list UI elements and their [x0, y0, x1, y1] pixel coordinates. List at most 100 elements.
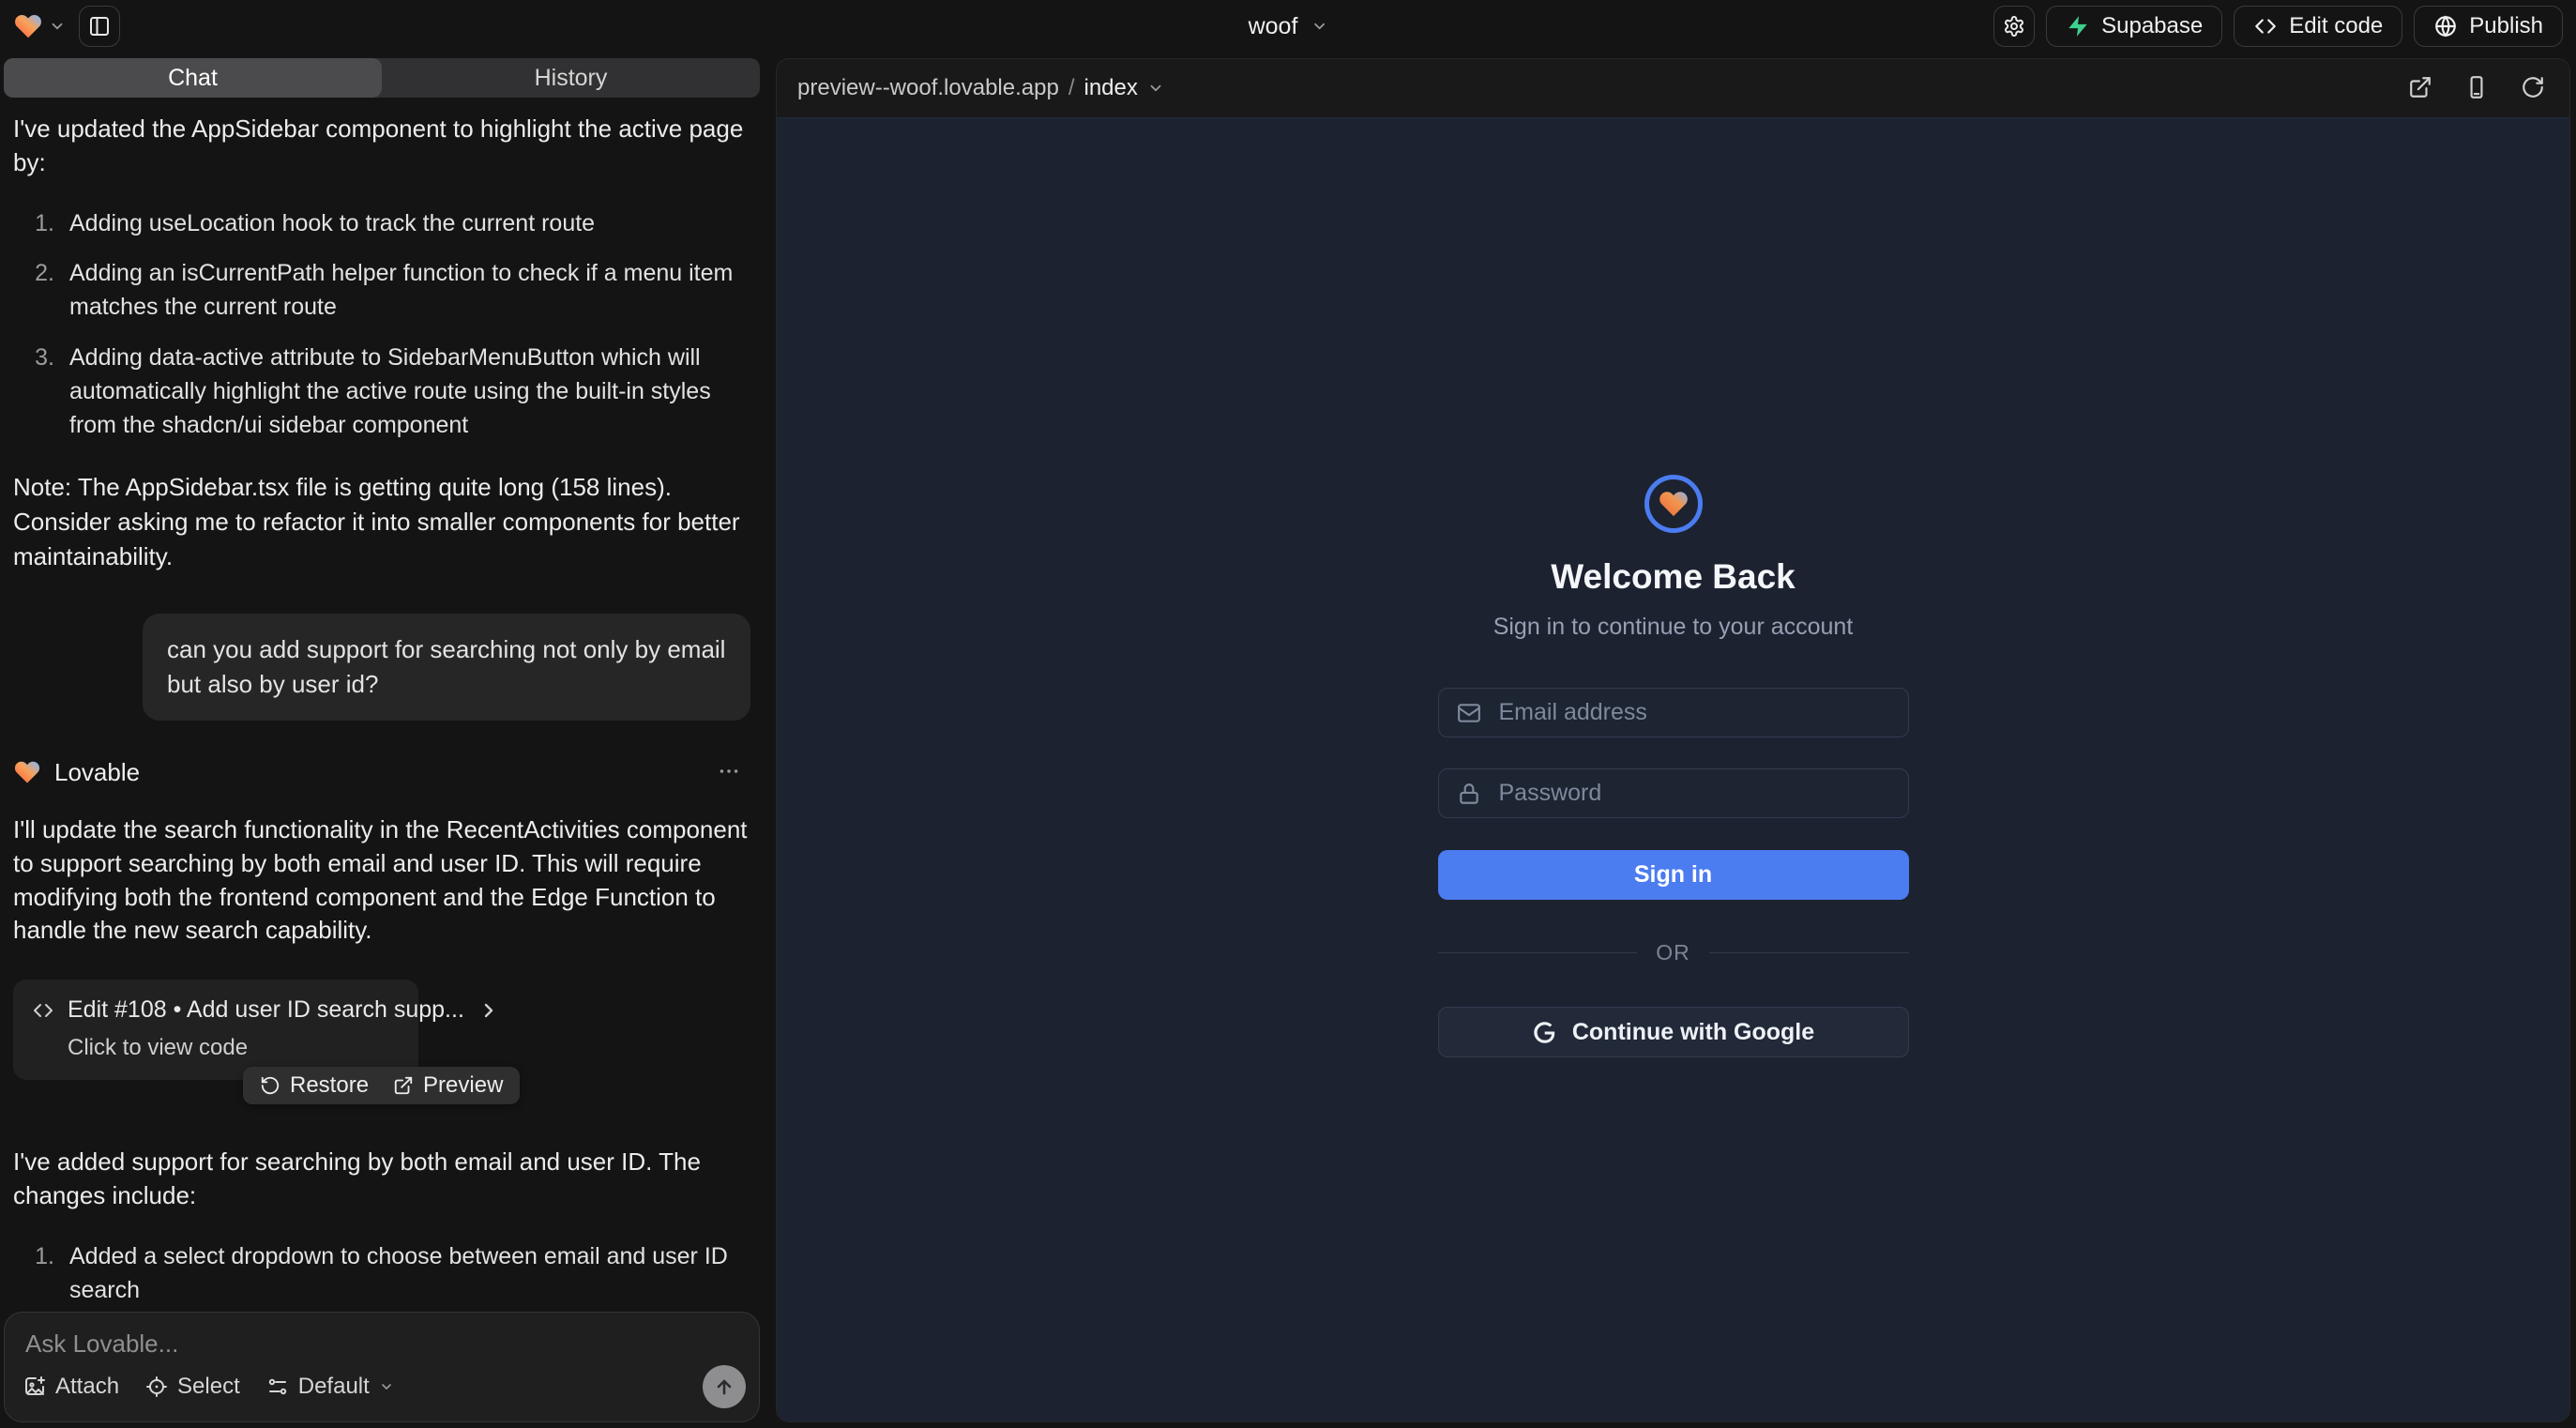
- assistant-numbered-list: Added a select dropdown to choose betwee…: [13, 1239, 752, 1300]
- send-button[interactable]: [703, 1365, 746, 1408]
- smartphone-icon: [2464, 75, 2489, 99]
- composer-toolbar: Attach Select Default: [5, 1365, 759, 1421]
- supabase-bolt-icon: [2066, 14, 2090, 38]
- url-separator: /: [1068, 75, 1075, 101]
- external-link-icon: [2408, 75, 2432, 99]
- chevron-down-icon: [49, 18, 66, 35]
- mode-label: Default: [298, 1374, 370, 1400]
- settings-button[interactable]: [1993, 6, 2035, 47]
- select-button[interactable]: Select: [145, 1374, 240, 1400]
- password-field[interactable]: [1438, 768, 1909, 818]
- preview-url-selector[interactable]: preview--woof.lovable.app / index: [797, 75, 1164, 101]
- attach-button[interactable]: Attach: [23, 1374, 119, 1400]
- select-label: Select: [177, 1374, 240, 1400]
- main-area: Chat History I've updated the AppSidebar…: [0, 53, 2576, 1428]
- sign-in-button[interactable]: Sign in: [1438, 850, 1909, 900]
- mobile-view-button[interactable]: [2464, 75, 2489, 102]
- preview-host: preview--woof.lovable.app: [797, 75, 1059, 101]
- assistant-header: Lovable: [13, 758, 752, 787]
- attach-image-icon: [23, 1375, 46, 1398]
- sidebar-panel-icon: [88, 15, 111, 38]
- preview-panel: preview--woof.lovable.app / index: [776, 58, 2570, 1422]
- refresh-button[interactable]: [2521, 75, 2545, 102]
- lock-icon: [1457, 782, 1481, 806]
- arrow-up-icon: [713, 1375, 735, 1398]
- login-subtitle: Sign in to continue to your account: [1493, 614, 1854, 641]
- preview-iframe-content: Welcome Back Sign in to continue to your…: [777, 117, 2569, 1421]
- login-title: Welcome Back: [1551, 557, 1796, 597]
- toggle-sidebar-button[interactable]: [79, 6, 120, 47]
- edit-card[interactable]: Edit #108 • Add user ID search supp... C…: [13, 980, 418, 1080]
- chevron-right-icon: [477, 999, 500, 1022]
- edit-actions-toolbar: Restore Preview: [243, 1067, 520, 1104]
- lovable-heart-icon: [13, 11, 43, 41]
- email-field-wrap: [1438, 688, 1909, 737]
- assistant-paragraph: I've added support for searching by both…: [13, 1146, 752, 1213]
- edit-code-label: Edit code: [2289, 13, 2383, 39]
- topbar: woof Supabase Edit code Publish: [0, 0, 2576, 53]
- chat-history-tabs: Chat History: [4, 58, 760, 98]
- email-field[interactable]: [1438, 688, 1909, 737]
- assistant-note-paragraph: Note: The AppSidebar.tsx file is getting…: [13, 470, 752, 574]
- edit-card-subtitle: Click to view code: [68, 1035, 398, 1061]
- list-item: Adding useLocation hook to track the cur…: [13, 206, 752, 240]
- code-icon: [32, 999, 54, 1022]
- preview-button[interactable]: Preview: [393, 1072, 503, 1099]
- edit-card-title: Edit #108 • Add user ID search supp...: [68, 996, 464, 1024]
- assistant-numbered-list: Adding useLocation hook to track the cur…: [13, 206, 752, 443]
- project-switcher[interactable]: woof: [1249, 13, 1328, 40]
- topbar-right: Supabase Edit code Publish: [1993, 6, 2563, 47]
- password-field-wrap: [1438, 768, 1909, 818]
- assistant-paragraph: I've updated the AppSidebar component to…: [13, 113, 752, 180]
- continue-with-google-button[interactable]: Continue with Google: [1438, 1007, 1909, 1057]
- publish-button[interactable]: Publish: [2414, 6, 2563, 47]
- lovable-heart-icon: [13, 758, 41, 786]
- or-divider: OR: [1438, 940, 1909, 965]
- preview-label: Preview: [423, 1072, 503, 1099]
- code-icon: [2253, 14, 2278, 38]
- divider-line: [1709, 952, 1909, 953]
- assistant-name: Lovable: [54, 758, 140, 787]
- edit-card-header: Edit #108 • Add user ID search supp...: [32, 996, 398, 1024]
- ellipsis-icon: [717, 759, 741, 783]
- edit-card-wrap: Edit #108 • Add user ID search supp... C…: [13, 980, 431, 1080]
- restore-label: Restore: [290, 1072, 369, 1099]
- list-item: Adding an isCurrentPath helper function …: [13, 256, 752, 325]
- assistant-paragraph: I'll update the search functionality in …: [13, 813, 752, 949]
- mail-icon: [1457, 701, 1481, 725]
- list-item: Added a select dropdown to choose betwee…: [13, 1239, 752, 1300]
- login-form: Welcome Back Sign in to continue to your…: [1438, 475, 1909, 1057]
- restore-button[interactable]: Restore: [260, 1072, 369, 1099]
- app-root: woof Supabase Edit code Publish: [0, 0, 2576, 1428]
- chevron-down-icon: [1311, 18, 1327, 35]
- edit-code-button[interactable]: Edit code: [2234, 6, 2402, 47]
- tab-history[interactable]: History: [382, 58, 760, 98]
- mode-selector[interactable]: Default: [266, 1374, 394, 1400]
- preview-page: index: [1083, 75, 1137, 101]
- project-name: woof: [1249, 13, 1298, 40]
- app-logo: [1644, 475, 1703, 533]
- globe-icon: [2433, 14, 2458, 38]
- topbar-left: [13, 6, 120, 47]
- or-label: OR: [1656, 940, 1690, 965]
- lovable-logo-menu[interactable]: [13, 11, 66, 41]
- preview-actions: [2408, 75, 2545, 102]
- chat-panel: Chat History I've updated the AppSidebar…: [0, 53, 762, 1428]
- supabase-label: Supabase: [2101, 13, 2203, 39]
- chat-message-list[interactable]: I've updated the AppSidebar component to…: [4, 98, 762, 1300]
- sliders-icon: [266, 1375, 289, 1398]
- refresh-icon: [2521, 75, 2545, 99]
- restore-icon: [260, 1075, 280, 1096]
- user-message-bubble: can you add support for searching not on…: [143, 614, 750, 721]
- chevron-down-icon: [379, 1379, 394, 1394]
- google-icon: [1532, 1020, 1557, 1045]
- open-in-new-tab-button[interactable]: [2408, 75, 2432, 102]
- gear-icon: [2003, 15, 2025, 38]
- divider-line: [1438, 952, 1638, 953]
- message-options-button[interactable]: [717, 759, 741, 786]
- chevron-down-icon: [1147, 80, 1164, 97]
- chat-input[interactable]: [5, 1313, 759, 1365]
- supabase-button[interactable]: Supabase: [2046, 6, 2222, 47]
- list-item: Adding data-active attribute to SidebarM…: [13, 341, 752, 443]
- tab-chat[interactable]: Chat: [4, 58, 382, 98]
